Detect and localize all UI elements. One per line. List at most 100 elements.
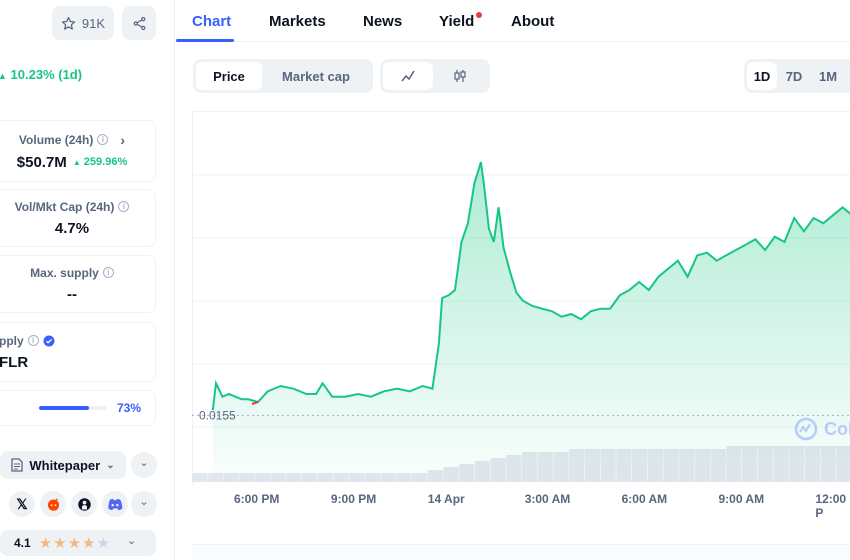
max-supply-label: Max. supply [30,265,99,280]
volume-value: $50.7M [16,153,67,171]
max-supply-value: -- [67,285,77,303]
whitepaper-expand-button[interactable]: ⌄ [131,452,157,478]
caret-up-icon: ▲ [0,71,7,81]
chevron-right-icon: › [120,131,126,148]
chevron-down-icon: ⌄ [139,457,149,469]
chevron-down-icon: ⌄ [126,535,137,547]
max-supply-label-row: Max. supply i [30,266,114,280]
discord-button[interactable] [102,491,128,517]
verified-icon [43,335,55,346]
tab-yield[interactable]: Yield [439,13,474,30]
tab-markets[interactable]: Markets [269,13,326,30]
market-cap-toggle[interactable]: Market cap [262,62,370,90]
supply-percent: 73% [116,401,141,415]
x-axis-tick-label: 3:00 AM [524,492,571,506]
vol-mkt-cap-label: Vol/Mkt Cap (24h) [14,199,115,214]
sidebar: 91K ▲ 10.23% (1d) Volume (24h) i › $50.7… [0,0,175,560]
info-icon: i [118,201,130,212]
chart-type-toggle [380,59,490,93]
x-icon: 𝕏 [16,495,28,512]
whitepaper-label: Whitepaper [29,457,101,473]
rating-star-icon: ★ [96,535,111,552]
x-social-button[interactable]: 𝕏 [9,491,35,517]
reddit-icon [47,498,59,511]
watermark-text: Col [824,418,850,439]
yield-badge-dot [476,12,482,18]
watchlist-button[interactable]: 91K [52,6,114,40]
info-icon: i [97,134,109,145]
price-change-value: 10.23% (1d) [10,67,83,82]
x-axis-tick-label: 12:00 P [815,492,847,520]
main-panel: Chart Markets News Yield About Price Mar… [176,0,850,560]
x-axis-tick-label: 6:00 PM [234,492,280,506]
info-icon: i [27,335,39,346]
volume-value-row: $50.7M ▲ 259.96% [17,154,127,171]
github-icon [77,497,91,511]
candlestick-icon [454,70,466,82]
x-axis-tick-label: 6:00 AM [621,492,668,506]
price-area-fill [212,162,850,482]
supply-card: pply i FLR [0,322,156,382]
volume-label: Volume (24h) [18,132,94,147]
volume-card[interactable]: Volume (24h) i › $50.7M ▲ 259.96% [0,120,156,182]
chevron-down-icon: ⌄ [139,496,149,508]
volume-label-row: Volume (24h) i › [19,132,125,148]
line-chart-button[interactable] [383,62,433,90]
supply-progress-card: 73% [0,390,156,426]
rating-value: 4.1 [14,536,31,550]
supply-progress-bar [38,406,107,410]
rating-stars: ★★★★★ [39,534,111,552]
mini-navigator[interactable] [192,544,850,560]
watchlist-count: 91K [81,15,106,31]
price-toggle[interactable]: Price [196,62,262,90]
vol-mkt-cap-card: Vol/Mkt Cap (24h) i 4.7% [0,189,156,247]
watermark: Col [794,417,850,441]
document-icon [11,458,24,472]
tab-chart[interactable]: Chart [192,13,231,30]
range-toggle: 1D 7D 1M [744,59,850,93]
reddit-button[interactable] [40,491,66,517]
vol-mkt-cap-value: 4.7% [54,219,90,237]
discord-icon [108,498,123,510]
price-change: ▲ 10.23% (1d) [0,67,82,82]
tab-news[interactable]: News [363,13,402,30]
price-marketcap-toggle: Price Market cap [193,59,373,93]
supply-label-row: pply i [0,334,55,348]
x-axis-tick-label: 9:00 PM [330,492,377,506]
candlestick-button[interactable] [433,62,487,90]
github-button[interactable] [71,491,97,517]
supply-progress-fill [38,406,89,410]
range-7d[interactable]: 7D [777,62,811,90]
line-chart-icon [401,70,415,82]
star-icon [61,16,76,30]
share-button[interactable] [122,6,156,40]
x-axis-tick-label: 9:00 AM [718,492,765,506]
info-icon: i [102,267,114,278]
range-1m[interactable]: 1M [811,62,845,90]
social-expand-button[interactable]: ⌄ [131,491,157,517]
price-chart[interactable]: 0.0155 [192,112,850,486]
chevron-down-icon: ⌄ [106,459,115,471]
watermark-logo-icon [794,417,818,441]
rating-widget[interactable]: 4.1 ★★★★★ ⌄ [0,530,156,556]
x-axis-tick-label: 14 Apr [427,492,465,506]
max-supply-card: Max. supply i -- [0,255,156,313]
whitepaper-button[interactable]: Whitepaper ⌄ [0,451,126,479]
volume-change: ▲ 259.96% [73,156,127,168]
reference-price-label: 0.0155 [199,408,236,422]
share-icon [133,16,145,30]
tab-about[interactable]: About [511,13,554,30]
caret-up-icon: ▲ [72,158,81,167]
vol-mkt-cap-label-row: Vol/Mkt Cap (24h) i [15,200,130,214]
rating-star-icon: ★ [38,535,54,552]
range-1d[interactable]: 1D [747,62,777,90]
volume-bar [192,473,208,482]
supply-value: FLR [0,353,29,371]
rating-star-icon: ★ [53,535,68,552]
rating-star-icon: ★ [67,535,83,552]
rating-star-icon: ★ [82,535,97,552]
volume-change-value: 259.96% [83,156,128,168]
supply-label: pply [0,333,24,348]
tab-active-underline [176,39,234,42]
tab-bar: Chart Markets News Yield About [176,0,850,42]
